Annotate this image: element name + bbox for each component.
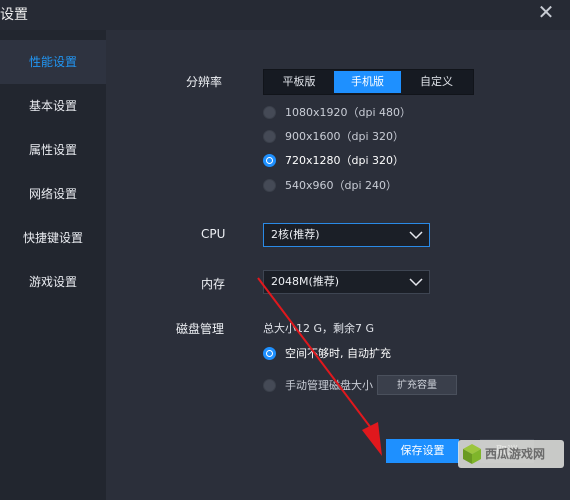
tab-custom[interactable]: 自定义 (402, 71, 471, 93)
tab-tablet[interactable]: 平板版 (265, 71, 333, 93)
sidebar: 性能设置 基本设置 属性设置 网络设置 快捷键设置 游戏设置 (0, 30, 106, 500)
close-icon[interactable]: ✕ (534, 1, 558, 25)
settings-panel (106, 30, 570, 500)
disk-label: 磁盘管理 (176, 322, 225, 336)
sidebar-item-shortcuts[interactable]: 快捷键设置 (0, 216, 106, 260)
resolution-option-540[interactable]: 540x960（dpi 240） (263, 177, 413, 195)
save-settings-button[interactable]: 保存设置 (386, 439, 459, 463)
radio-button-checked[interactable] (263, 347, 276, 360)
watermark-logo-icon (463, 444, 481, 464)
chevron-down-icon (409, 278, 423, 287)
resolution-option-900[interactable]: 900x1600（dpi 320） (263, 128, 413, 146)
memory-label: 内存 (201, 277, 226, 291)
option-label: 手动管理磁盘大小 (285, 379, 373, 392)
radio-button[interactable] (263, 379, 276, 392)
option-label: 空间不够时, 自动扩充 (285, 347, 391, 360)
disk-option-auto[interactable]: 空间不够时, 自动扩充 (263, 345, 413, 363)
radio-button[interactable] (263, 179, 276, 192)
window-title: 设置 (0, 7, 28, 23)
sidebar-item-performance[interactable]: 性能设置 (0, 40, 106, 84)
resolution-option-720[interactable]: 720x1280（dpi 320） (263, 152, 413, 170)
chevron-down-icon (409, 231, 423, 240)
cpu-value: 2核(推荐) (271, 228, 320, 241)
cpu-label: CPU (201, 227, 226, 241)
sidebar-item-network[interactable]: 网络设置 (0, 172, 106, 216)
resolution-tabs: 平板版 手机版 自定义 (263, 69, 474, 95)
option-label: 720x1280（dpi 320） (285, 154, 405, 167)
sidebar-item-basic[interactable]: 基本设置 (0, 84, 106, 128)
disk-info: 总大小12 G，剩余7 G (263, 322, 375, 335)
disk-option-manual[interactable]: 手动管理磁盘大小 (263, 377, 373, 395)
watermark-text: 西瓜游戏网 (485, 447, 546, 461)
option-label: 540x960（dpi 240） (285, 179, 398, 192)
resolution-label: 分辨率 (186, 75, 223, 89)
radio-button-checked[interactable] (263, 154, 276, 167)
memory-value: 2048M(推荐) (271, 275, 340, 288)
tab-phone[interactable]: 手机版 (334, 71, 401, 93)
cpu-select[interactable]: 2核(推荐) (263, 223, 430, 247)
memory-select[interactable]: 2048M(推荐) (263, 270, 430, 294)
title-bar: 设置 ✕ (0, 0, 570, 30)
radio-button[interactable] (263, 106, 276, 119)
option-label: 1080x1920（dpi 480） (285, 106, 412, 119)
watermark: 西瓜游戏网 (458, 440, 564, 468)
option-label: 900x1600（dpi 320） (285, 130, 405, 143)
sidebar-item-games[interactable]: 游戏设置 (0, 260, 106, 304)
radio-button[interactable] (263, 130, 276, 143)
expand-capacity-button[interactable]: 扩充容量 (377, 375, 457, 395)
resolution-option-1080[interactable]: 1080x1920（dpi 480） (263, 104, 413, 122)
sidebar-item-properties[interactable]: 属性设置 (0, 128, 106, 172)
